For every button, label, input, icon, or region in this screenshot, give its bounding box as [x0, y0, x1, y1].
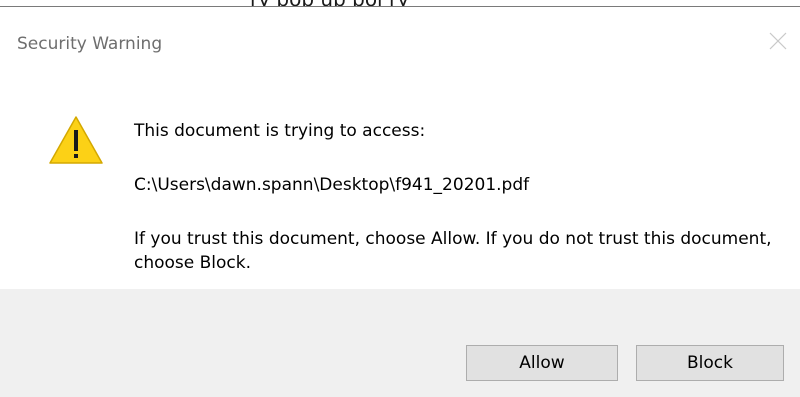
message-advice: If you trust this document, choose Allow… [134, 229, 772, 273]
allow-button[interactable]: Allow [466, 345, 618, 381]
warning-triangle-icon [49, 116, 103, 164]
dialog-title: Security Warning [17, 34, 163, 54]
security-warning-dialog: Security Warning This document is trying… [0, 6, 800, 397]
close-button[interactable] [754, 17, 800, 65]
dialog-content: This document is trying to access: C:\Us… [0, 77, 800, 289]
dialog-footer: Allow Block [0, 289, 800, 397]
block-button[interactable]: Block [636, 345, 784, 381]
file-path: C:\Users\dawn.spann\Desktop\f941_20201.p… [134, 175, 530, 195]
close-icon [769, 32, 787, 50]
dialog-titlebar: Security Warning [0, 7, 800, 77]
message-heading: This document is trying to access: [134, 121, 426, 141]
